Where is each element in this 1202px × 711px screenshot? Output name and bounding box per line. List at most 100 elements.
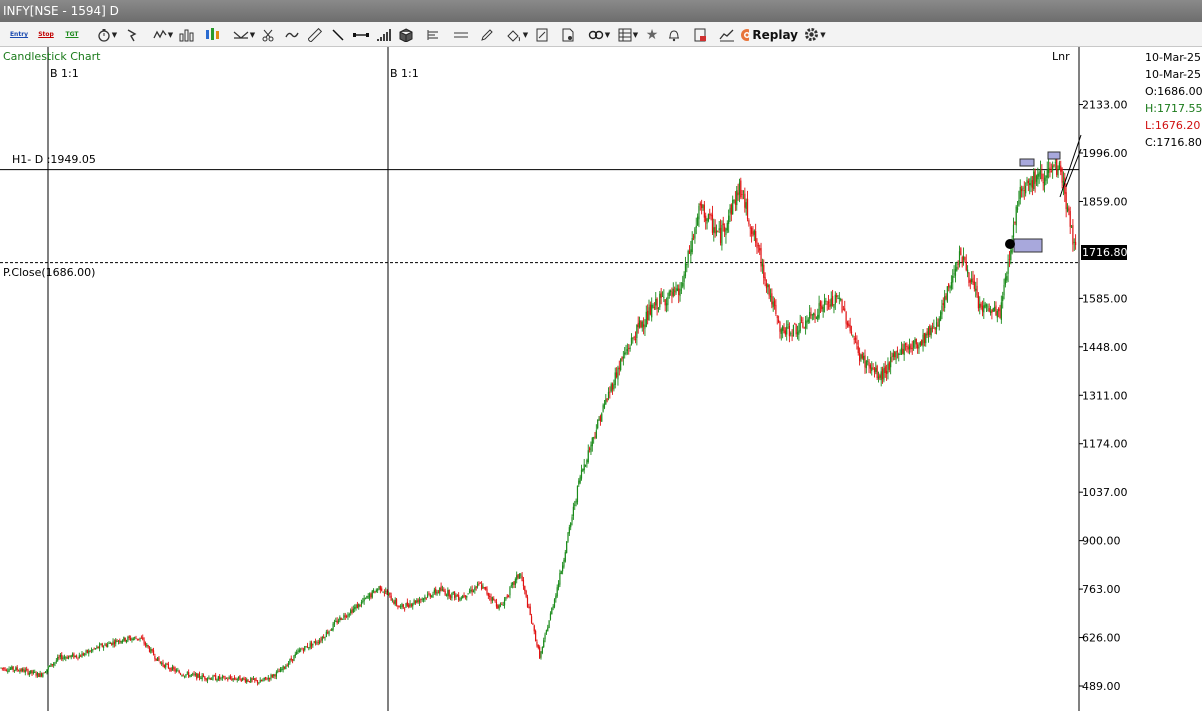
cube-button[interactable] — [398, 25, 414, 44]
candle-body — [691, 237, 693, 253]
candle-body — [277, 670, 279, 672]
candle-body — [913, 341, 915, 348]
candle-body — [105, 644, 107, 647]
candle-body — [116, 640, 118, 642]
candle-body — [1008, 259, 1011, 261]
candle-body — [186, 672, 188, 674]
link-icon — [588, 30, 603, 39]
layers-button[interactable]: ▼ — [615, 25, 641, 44]
candle-body — [1033, 171, 1035, 190]
candle-body — [174, 668, 176, 672]
fork-button[interactable] — [425, 25, 441, 44]
candle-body — [761, 263, 763, 267]
candle-body — [1070, 226, 1073, 228]
candle-body — [780, 329, 782, 334]
candle-body — [782, 326, 784, 331]
pin-icon — [127, 28, 137, 41]
replay-button[interactable]: Replay — [740, 25, 798, 44]
parallel-lines-button[interactable] — [452, 25, 470, 44]
candle-body — [146, 644, 148, 646]
paint-button[interactable]: ▼ — [503, 25, 531, 44]
candle-body — [97, 646, 99, 649]
candle-body — [661, 296, 664, 297]
entry-button[interactable]: Entry — [10, 25, 28, 44]
chart-area[interactable]: 489.00 626.00 763.00 900.00 1037.00 1174.00 13… — [0, 47, 1202, 711]
target-button[interactable]: TGT — [63, 25, 81, 44]
candle-body — [432, 593, 434, 597]
candle-body — [606, 398, 608, 401]
candle-body — [420, 599, 422, 600]
candle-body — [576, 485, 579, 503]
pin-button[interactable] — [124, 25, 140, 44]
candle-body — [181, 675, 183, 677]
candle-body — [98, 644, 101, 649]
alert-button[interactable] — [666, 25, 682, 44]
candle-body — [130, 637, 132, 641]
candle-body — [1042, 182, 1044, 184]
candle-body — [724, 226, 726, 232]
candle-body — [150, 648, 152, 653]
candle-body — [580, 469, 583, 479]
pencil-button[interactable] — [479, 25, 495, 44]
scissors-button[interactable] — [260, 25, 276, 44]
candle-body — [815, 317, 817, 319]
candle-body — [602, 405, 604, 412]
candle-body — [510, 585, 512, 587]
replay-icon — [741, 28, 750, 41]
candle-body — [112, 641, 114, 645]
candle-body — [327, 632, 329, 634]
indicator-button[interactable]: ▼ — [151, 25, 175, 44]
candle-body — [370, 593, 372, 598]
candle-body — [294, 653, 296, 657]
candle-body — [317, 642, 319, 644]
settings-button[interactable]: ▼ — [802, 25, 828, 44]
stop-button[interactable]: Stop — [36, 25, 56, 44]
candle-body — [482, 586, 484, 589]
crosshair-button[interactable]: ▼ — [232, 25, 256, 44]
bar-chart-button[interactable] — [178, 25, 196, 44]
candlestick-button[interactable] — [204, 25, 222, 44]
wave-button[interactable] — [284, 25, 300, 44]
candle-body — [1037, 173, 1039, 180]
candle-body — [313, 641, 315, 643]
prev-close-label: P.Close(1686.00) — [3, 266, 96, 279]
ohlc-date-2: 10-Mar-25 — [1145, 68, 1201, 81]
candle-body — [985, 304, 988, 307]
ohlc-open: O:1686.00 — [1145, 85, 1202, 98]
candle-body — [512, 582, 514, 585]
trendline-button[interactable] — [330, 25, 346, 44]
link-button[interactable]: ▼ — [585, 25, 613, 44]
horizontal-line-button[interactable] — [352, 25, 370, 44]
candle-body — [402, 604, 404, 608]
candle-body — [1010, 250, 1012, 261]
candle-body — [717, 230, 719, 232]
volume-button[interactable] — [376, 25, 392, 44]
candle-body — [755, 231, 757, 243]
candle-body — [107, 643, 109, 647]
eraser-button[interactable] — [533, 25, 551, 44]
candle-body — [410, 604, 412, 606]
stopwatch-button[interactable]: ▼ — [93, 25, 121, 44]
ruler-button[interactable] — [307, 25, 323, 44]
candle-body — [443, 589, 445, 592]
candle-body — [472, 590, 475, 593]
notes-button[interactable] — [692, 25, 708, 44]
candle-body — [1061, 168, 1063, 183]
candle-body — [856, 341, 858, 345]
candle-body — [1048, 168, 1050, 173]
price-chart[interactable]: 489.00 626.00 763.00 900.00 1037.00 1174.00 13… — [0, 47, 1202, 711]
candle-body — [599, 416, 601, 422]
candle-body — [994, 307, 996, 311]
candle-body — [312, 643, 314, 646]
scale-mode-label[interactable]: Lnr — [1052, 50, 1070, 63]
candle-body — [508, 595, 510, 597]
script-button[interactable] — [560, 25, 576, 44]
candle-body — [1045, 175, 1047, 182]
candle-body — [154, 656, 156, 659]
candle-body — [119, 640, 121, 642]
candle-body — [413, 600, 415, 604]
favourite-button[interactable]: ★ — [644, 25, 660, 44]
linechart-button[interactable] — [718, 25, 736, 44]
candle-body — [269, 677, 271, 680]
candle-body — [949, 286, 951, 289]
